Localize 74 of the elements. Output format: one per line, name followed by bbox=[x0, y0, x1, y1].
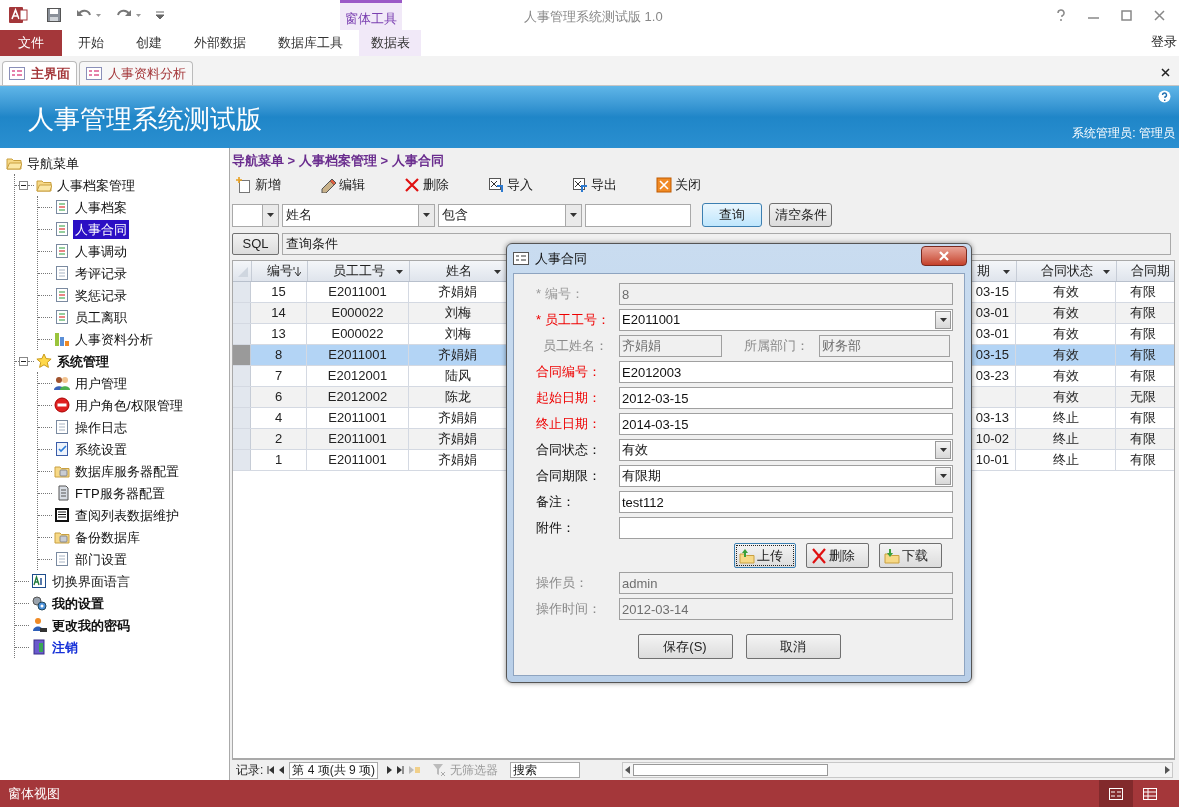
table-cell-text: 终止 bbox=[1052, 409, 1079, 428]
field-label: 员工姓名： bbox=[542, 337, 609, 356]
table-cell-text: 终止 bbox=[1052, 451, 1079, 470]
table-cell-text: E000022 bbox=[331, 325, 384, 344]
table-cell-text: E2011001 bbox=[328, 430, 387, 449]
field-label: 操作时间： bbox=[535, 600, 602, 619]
field-label: 附件： bbox=[535, 519, 576, 538]
table-cell-text: 有效 bbox=[1052, 304, 1079, 323]
table-cell-text: 03-15 bbox=[975, 283, 1009, 302]
field-label: 合同期限： bbox=[535, 467, 602, 486]
table-cell-text: 有效 bbox=[1052, 283, 1079, 302]
table-cell-text: 10-01 bbox=[975, 451, 1009, 470]
table-cell-text: 有效 bbox=[1052, 325, 1079, 344]
field-label: * 员工工号： bbox=[535, 311, 611, 330]
table-cell-text: 终止 bbox=[1052, 430, 1079, 449]
table-cell-text: 齐娟娟 bbox=[438, 346, 477, 365]
table-cell-text: 陆风 bbox=[444, 367, 471, 386]
table-cell-text: E2012001 bbox=[327, 367, 388, 386]
table-cell-text: E2011001 bbox=[328, 283, 387, 302]
table-cell-text: 有限 bbox=[1130, 304, 1156, 323]
table-cell-text: 1 bbox=[274, 451, 283, 470]
table-cell-text: 10-02 bbox=[975, 430, 1009, 449]
filter-status: 无筛选器 bbox=[450, 762, 499, 779]
table-cell-text: 2 bbox=[274, 430, 283, 449]
record-label: 记录: bbox=[236, 762, 264, 779]
table-cell-text: 刘梅 bbox=[444, 304, 471, 323]
table-cell-text: 有效 bbox=[1052, 367, 1079, 386]
table-cell-text: 4 bbox=[274, 409, 283, 428]
table-cell-text: 有限 bbox=[1130, 430, 1156, 449]
table-cell-text: 齐娟娟 bbox=[438, 283, 477, 302]
field-label: 操作员： bbox=[535, 574, 589, 593]
field-label: 终止日期： bbox=[535, 415, 602, 434]
table-cell-text: 03-13 bbox=[975, 409, 1009, 428]
table-cell-text: 03-01 bbox=[975, 325, 1009, 344]
banner-title: 人事管理系统测试版 bbox=[28, 103, 262, 136]
table-cell-text: 03-01 bbox=[975, 304, 1009, 323]
field-label: 起始日期： bbox=[535, 389, 602, 408]
table-cell-text: 7 bbox=[274, 367, 283, 386]
table-cell-text: 15 bbox=[271, 283, 286, 302]
field-label: 合同状态： bbox=[535, 441, 602, 460]
table-cell-text: 有限 bbox=[1130, 325, 1156, 344]
table-cell-text: E000022 bbox=[331, 304, 384, 323]
table-cell-text: 14 bbox=[271, 304, 286, 323]
window-title: 人事管理系统测试版 1.0 bbox=[524, 8, 663, 26]
table-cell-text: 03-15 bbox=[975, 346, 1009, 365]
field-label: * 编号： bbox=[535, 285, 585, 304]
table-cell-text: 有限 bbox=[1130, 409, 1156, 428]
table-cell-text: 刘梅 bbox=[444, 325, 471, 344]
table-cell-text: E2012002 bbox=[327, 388, 388, 407]
breadcrumb: 导航菜单 > 人事档案管理 > 人事合同 bbox=[232, 152, 445, 170]
table-cell-text: 有限 bbox=[1130, 367, 1156, 386]
field-label: 合同编号： bbox=[535, 363, 602, 382]
table-cell-text: 有限 bbox=[1130, 451, 1156, 470]
table-cell-text: E2011001 bbox=[328, 346, 387, 365]
field-label: 所属部门： bbox=[743, 337, 810, 356]
contextual-tab-group: 窗体工具 bbox=[340, 0, 402, 30]
table-cell-text: 齐娟娟 bbox=[438, 430, 477, 449]
table-cell-text: 13 bbox=[271, 325, 286, 344]
table-cell-text: 齐娟娟 bbox=[438, 451, 477, 470]
field-label: 备注： bbox=[535, 493, 576, 512]
table-cell-text: E2011001 bbox=[328, 409, 387, 428]
user-label: 系统管理员: 管理员 bbox=[1072, 125, 1175, 142]
table-cell-text: 陈龙 bbox=[444, 388, 471, 407]
table-cell-text: 8 bbox=[274, 346, 283, 365]
table-cell-text: 无限 bbox=[1130, 388, 1156, 407]
table-cell-text: 有限 bbox=[1130, 283, 1156, 302]
table-cell-text: 有效 bbox=[1052, 388, 1079, 407]
table-cell-text: E2011001 bbox=[328, 451, 387, 470]
table-cell-text: 有效 bbox=[1052, 346, 1079, 365]
table-cell-text: 03-23 bbox=[975, 367, 1009, 386]
table-cell-text: 齐娟娟 bbox=[438, 409, 477, 428]
status-text: 窗体视图 bbox=[8, 784, 60, 803]
table-cell-text: 有限 bbox=[1130, 346, 1156, 365]
table-cell-text: 6 bbox=[274, 388, 283, 407]
